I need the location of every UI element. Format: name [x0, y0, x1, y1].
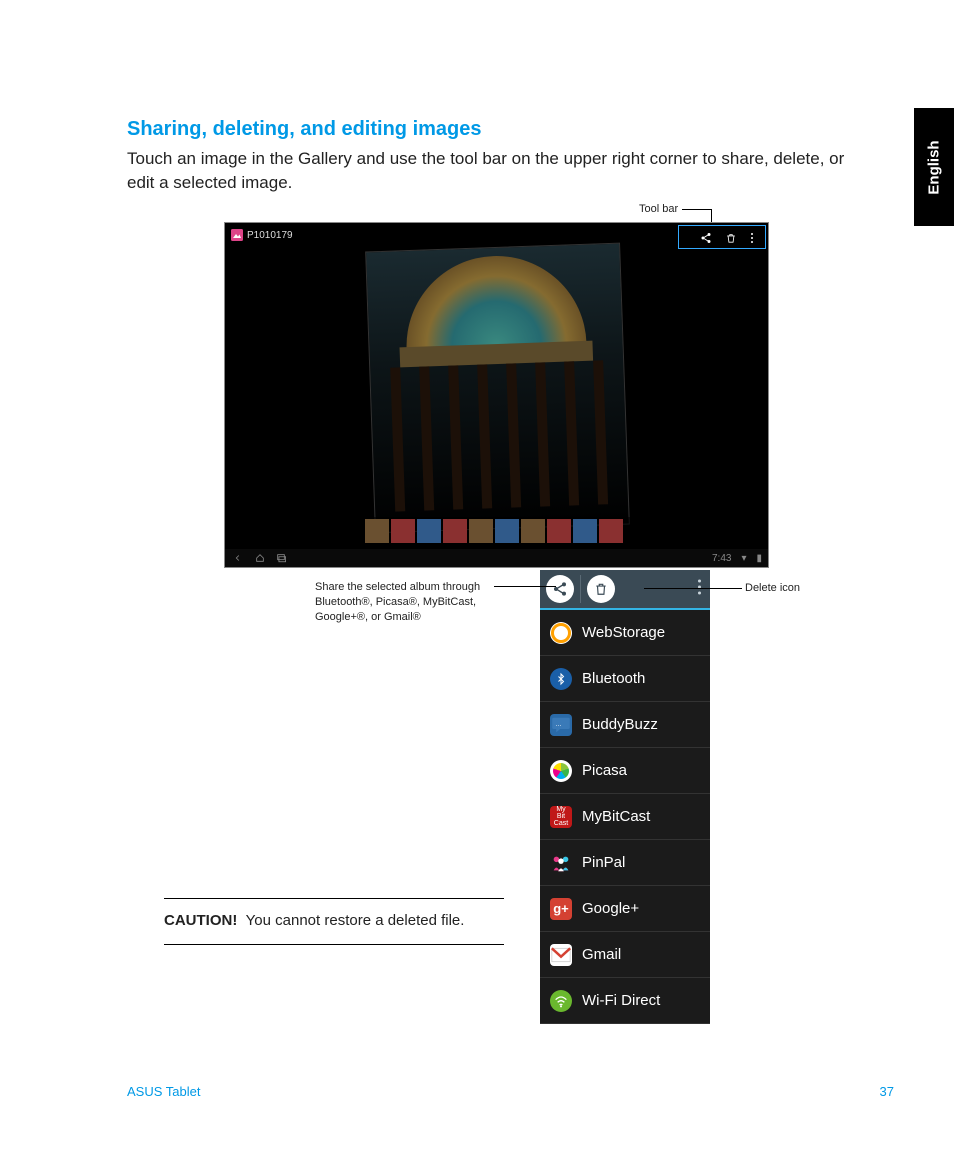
gmail-icon — [550, 944, 572, 966]
section-body: Touch an image in the Gallery and use th… — [127, 147, 847, 195]
share-menu-header — [540, 570, 710, 610]
share-item-gmail[interactable]: Gmail — [540, 932, 710, 978]
overflow-icon[interactable] — [697, 578, 702, 601]
gallery-app-icon — [231, 229, 243, 241]
thumbnail[interactable] — [521, 519, 545, 543]
callout-share-leader — [494, 586, 556, 587]
gallery-systembar: 7:43 ▾ ▮ — [225, 549, 768, 567]
caution-rule-top — [164, 898, 504, 899]
thumbnail[interactable] — [469, 519, 493, 543]
share-item-wifidirect[interactable]: Wi-Fi Direct — [540, 978, 710, 1024]
caution-text: You cannot restore a deleted file. — [246, 912, 465, 929]
overflow-icon[interactable] — [750, 232, 754, 244]
share-item-label: BuddyBuzz — [582, 716, 658, 733]
thumbnail[interactable] — [443, 519, 467, 543]
footer-product: ASUS Tablet — [127, 1084, 200, 1099]
share-item-label: Google+ — [582, 900, 639, 917]
share-item-label: MyBitCast — [582, 808, 650, 825]
share-icon — [546, 575, 574, 603]
wifi-icon: ▾ — [741, 553, 746, 564]
language-tab: English — [914, 108, 954, 226]
share-item-label: WebStorage — [582, 624, 665, 641]
picasa-icon — [550, 760, 572, 782]
share-menu: WebStorage Bluetooth … BuddyBuzz Picasa … — [540, 570, 710, 1024]
bluetooth-icon — [550, 668, 572, 690]
mybitcast-icon: MyBitCast — [550, 806, 572, 828]
share-icon[interactable] — [700, 232, 712, 244]
googleplus-icon: g+ — [550, 898, 572, 920]
recent-icon[interactable] — [275, 553, 287, 563]
caution-rule-bottom — [164, 944, 504, 945]
wifidirect-icon — [550, 990, 572, 1012]
share-item-picasa[interactable]: Picasa — [540, 748, 710, 794]
buddybuzz-icon: … — [550, 714, 572, 736]
section-heading: Sharing, deleting, and editing images — [127, 118, 482, 141]
status-time: 7:43 — [712, 553, 731, 564]
caution-note: CAUTION! You cannot restore a deleted fi… — [164, 912, 464, 929]
back-icon[interactable] — [231, 553, 245, 563]
thumbnail[interactable] — [495, 519, 519, 543]
share-item-label: Wi-Fi Direct — [582, 992, 660, 1009]
thumbnail[interactable] — [547, 519, 571, 543]
share-item-mybitcast[interactable]: MyBitCast MyBitCast — [540, 794, 710, 840]
webstorage-icon — [550, 622, 572, 644]
pinpal-icon — [550, 852, 572, 874]
share-item-bluetooth[interactable]: Bluetooth — [540, 656, 710, 702]
share-button[interactable] — [540, 569, 580, 609]
share-item-googleplus[interactable]: g+ Google+ — [540, 886, 710, 932]
share-item-label: Picasa — [582, 762, 627, 779]
callout-share-label: Share the selected album through Bluetoo… — [315, 580, 490, 625]
share-item-label: Gmail — [582, 946, 621, 963]
battery-icon: ▮ — [756, 553, 762, 564]
gallery-screenshot: P1010179 7:43 ▾ ▮ — [224, 222, 769, 568]
svg-text:…: … — [555, 720, 561, 727]
gallery-photo[interactable] — [365, 243, 630, 534]
gallery-topbar: P1010179 — [225, 223, 768, 247]
share-item-webstorage[interactable]: WebStorage — [540, 610, 710, 656]
thumbnail[interactable] — [391, 519, 415, 543]
gallery-image-title: P1010179 — [247, 230, 293, 241]
thumbnail[interactable] — [365, 519, 389, 543]
footer-page-number: 37 — [880, 1084, 894, 1099]
share-item-pinpal[interactable]: PinPal — [540, 840, 710, 886]
callout-delete-leader — [644, 588, 742, 589]
thumbnail[interactable] — [573, 519, 597, 543]
share-item-label: Bluetooth — [582, 670, 645, 687]
thumbnail[interactable] — [599, 519, 623, 543]
trash-icon[interactable] — [726, 232, 736, 244]
thumbnail[interactable] — [417, 519, 441, 543]
callout-delete-label: Delete icon — [745, 582, 800, 594]
caution-label: CAUTION! — [164, 912, 237, 929]
language-tab-label: English — [926, 140, 943, 194]
share-item-buddybuzz[interactable]: … BuddyBuzz — [540, 702, 710, 748]
trash-icon — [587, 575, 615, 603]
delete-button[interactable] — [581, 569, 621, 609]
home-icon[interactable] — [255, 553, 265, 563]
gallery-thumbstrip[interactable] — [225, 517, 768, 545]
gallery-toolbar — [690, 227, 764, 249]
share-item-label: PinPal — [582, 854, 625, 871]
callout-toolbar-label: Tool bar — [639, 203, 678, 215]
